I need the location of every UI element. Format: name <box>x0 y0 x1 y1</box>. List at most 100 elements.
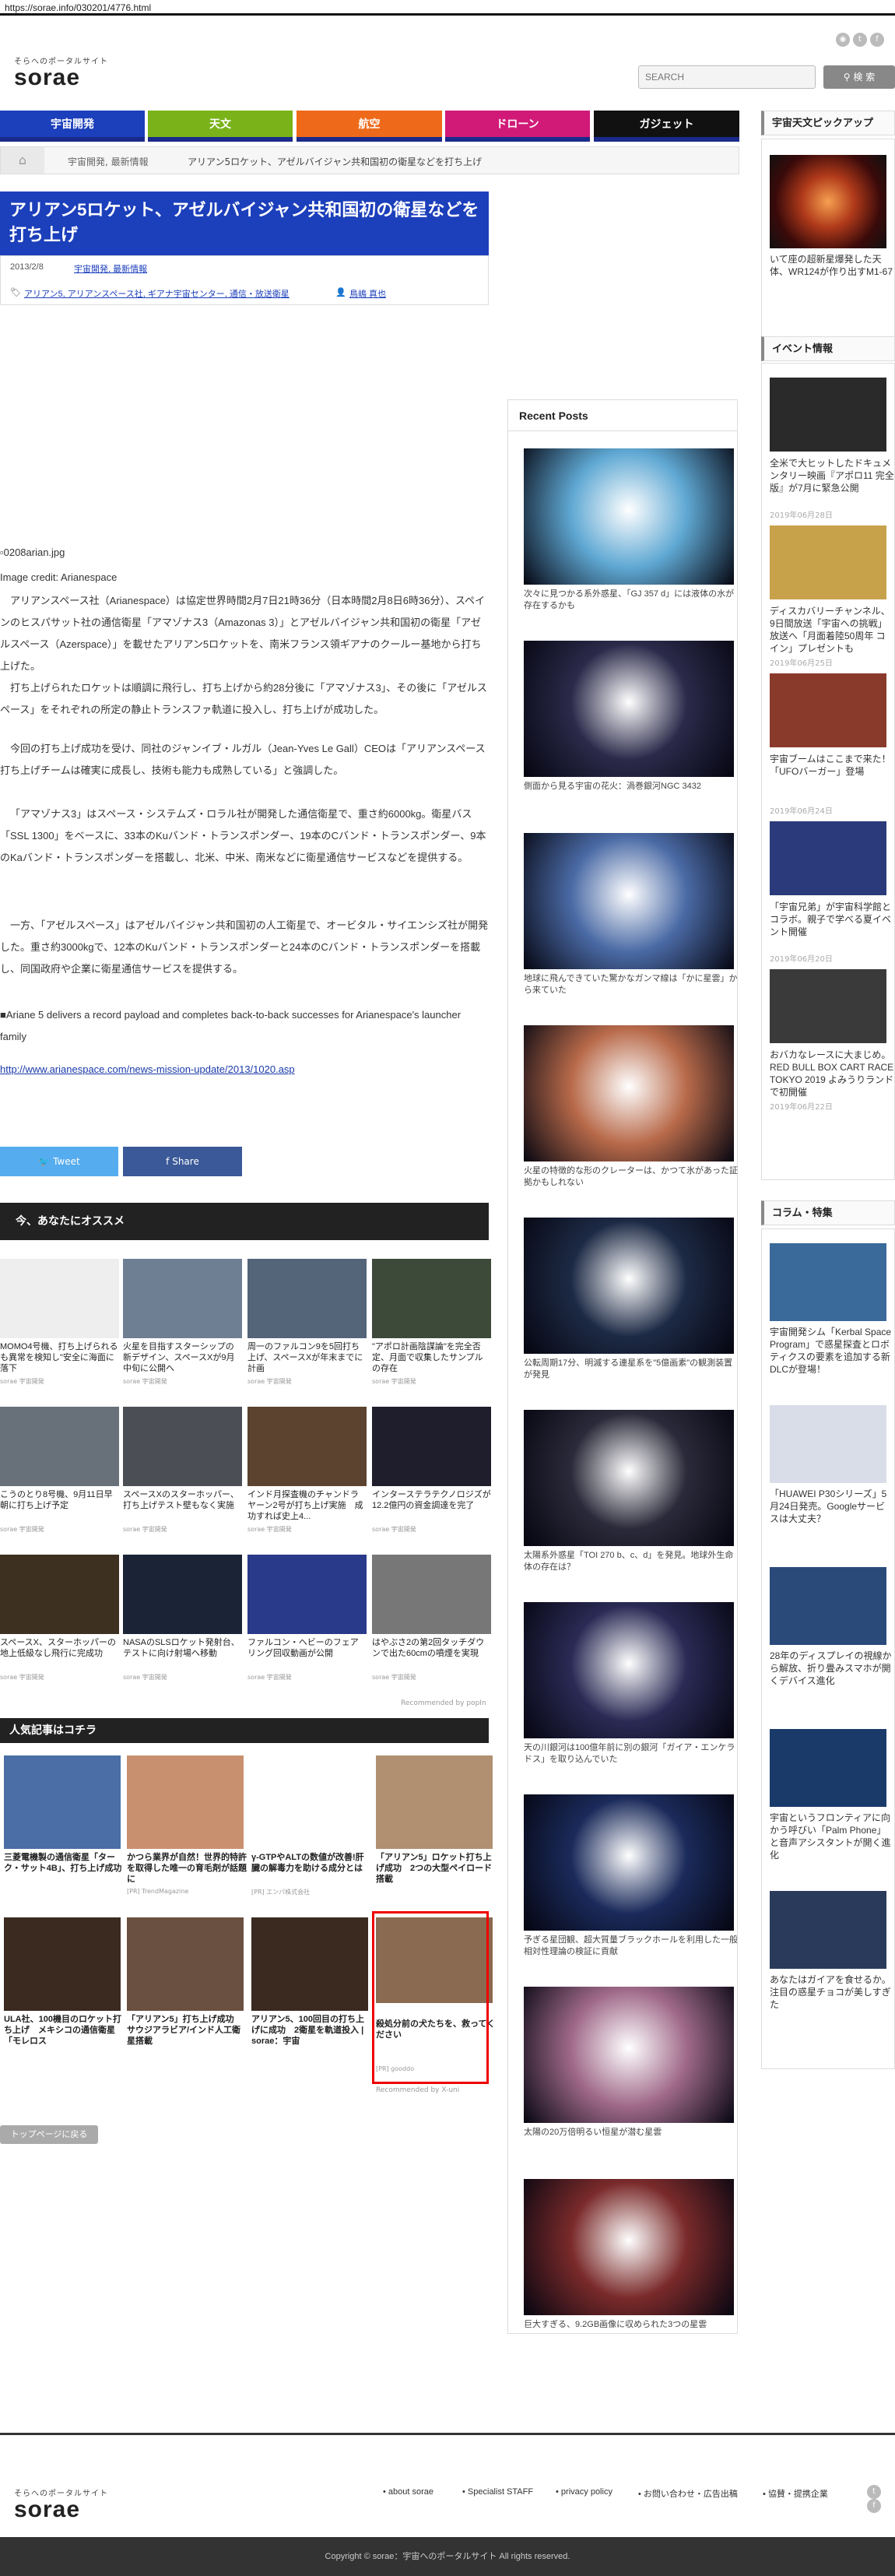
tweet-button[interactable]: 🐦 Tweet <box>0 1147 118 1176</box>
event-title[interactable]: ディスカバリーチャンネル、9日間放送「宇宙への挑戦」放送へ「月面着陸50周年 コ… <box>770 605 894 655</box>
recent-post-title[interactable]: 地球に飛んできていた驚かなガンマ線は「かに星雲」から来ていた <box>524 973 738 996</box>
recommend-thumbnail[interactable] <box>372 1259 491 1338</box>
article-author[interactable]: 鳥嶋 真也 <box>349 287 386 300</box>
column-image[interactable] <box>770 1243 886 1321</box>
recent-post-title[interactable]: 公転周期17分、明滅する連星系を"5億画素"の観測装置が発見 <box>524 1358 738 1381</box>
recent-post-image[interactable] <box>524 1410 734 1546</box>
recommend-title[interactable]: こうのとり8号機、9月11日早朝に打ち上げ予定 <box>0 1489 119 1523</box>
popular-thumbnail[interactable] <box>4 1755 121 1849</box>
event-image[interactable] <box>770 821 886 895</box>
recommend-title[interactable]: インド月探査機のチャンドラヤーン2号が打ち上げ実施 成功すれば史上4... <box>247 1489 367 1523</box>
pickup-title[interactable]: いて座の超新星爆発した天体、WR124が作り出すM1-67 <box>770 253 894 278</box>
recent-post-image[interactable] <box>524 1794 734 1931</box>
twitter-icon[interactable]: t <box>867 2485 881 2499</box>
popular-title[interactable]: 「アリアン5」打ち上げ成功 サウジアラビア/インド人工衛星搭載 <box>127 2014 247 2047</box>
recommend-title[interactable]: インターステラテクノロジズが12.2億円の資金調達を完了 <box>372 1489 491 1523</box>
recommend-thumbnail[interactable] <box>372 1555 491 1634</box>
recent-post-image[interactable] <box>524 448 734 585</box>
popular-thumbnail[interactable] <box>4 1917 121 2011</box>
popular-footer[interactable]: Recommended by X-uni <box>376 2086 459 2094</box>
popular-title[interactable]: かつら業界が自然！世界的特許を取得した唯一の育毛剤が話題に <box>127 1852 247 1885</box>
recommend-title[interactable]: MOMO4号機、打ち上げられるも異常を検知し"安全に海面に落下 <box>0 1341 119 1376</box>
home-icon[interactable]: ⌂ <box>1 147 44 174</box>
column-image[interactable] <box>770 1891 886 1969</box>
recent-post-image[interactable] <box>524 2179 734 2315</box>
event-title[interactable]: 全米で大ヒットしたドキュメンタリー映画『アポロ11 完全版』が7月に緊急公開 <box>770 457 894 494</box>
popular-thumbnail[interactable] <box>251 1755 368 1849</box>
recommend-thumbnail[interactable] <box>0 1555 119 1634</box>
recommend-thumbnail[interactable] <box>123 1555 242 1634</box>
recent-post-title[interactable]: 巨大すぎる、9.2GB画像に収められた3つの星雲 <box>524 2319 738 2331</box>
event-title[interactable]: おバカなレースに大まじめ。RED BULL BOX CART RACE TOKY… <box>770 1049 894 1098</box>
nav-item-drone[interactable]: ドローン <box>445 111 590 142</box>
recommend-footer[interactable]: Recommended by popIn <box>401 1699 486 1707</box>
popular-thumbnail[interactable] <box>251 1917 368 2011</box>
recommend-title[interactable]: はやぶさ2の第2回タッチダウンで出た60cmの噴煙を実現 <box>372 1637 491 1671</box>
rss-icon[interactable]: ◉ <box>836 33 850 47</box>
event-image[interactable] <box>770 969 886 1043</box>
column-title[interactable]: 宇宙というフロンティアに向かう呼びい「Palm Phone」と音声アシスタントが… <box>770 1812 894 1861</box>
recommend-thumbnail[interactable] <box>247 1555 367 1634</box>
recent-post-image[interactable] <box>524 1602 734 1738</box>
recommend-thumbnail[interactable] <box>247 1259 367 1338</box>
footer-link-privacy[interactable]: • privacy policy <box>556 2487 612 2497</box>
column-title[interactable]: 「HUAWEI P30シリーズ」5月24日発売。Googleサービスは大丈夫？ <box>770 1488 894 1525</box>
event-image[interactable] <box>770 378 886 452</box>
footer-logo[interactable]: そらへのポータルサイト sorae <box>14 2486 108 2522</box>
popular-title[interactable]: ULA社、100機目のロケット打ち上げ メキシコの通信衛星「モレロス <box>4 2014 125 2047</box>
popular-thumbnail[interactable] <box>127 1917 244 2011</box>
event-image[interactable] <box>770 673 886 747</box>
recent-post-title[interactable]: 天の川銀河は100億年前に別の銀河「ガイア・エンケラドス」を取り込んでいた <box>524 1742 738 1766</box>
event-image[interactable] <box>770 525 886 599</box>
nav-item-gadget[interactable]: ガジェット <box>594 111 739 142</box>
recent-post-title[interactable]: 予ぎる星団観、超大質量ブラックホールを利用した一般相対性理論の検証に貢献 <box>524 1935 738 1958</box>
footer-link-partners[interactable]: • 協賛・提携企業 <box>763 2487 828 2500</box>
recommend-title[interactable]: スペースX、スターホッパーの地上低級なし飛行に完成功 <box>0 1637 119 1671</box>
back-to-top-button[interactable]: トップページに戻る <box>0 2125 98 2144</box>
nav-item-aviation[interactable]: 航空 <box>297 111 442 142</box>
recent-post-title[interactable]: 太陽の20万倍明るい恒星が潜む星雲 <box>524 2127 738 2138</box>
footer-link-contact[interactable]: • お問い合わせ・広告出稿 <box>638 2487 738 2500</box>
recommend-title[interactable]: ファルコン・ヘビーのフェアリング回収動画が公開 <box>247 1637 367 1671</box>
nav-item-space-dev[interactable]: 宇宙開発 <box>0 111 145 142</box>
popular-title[interactable]: 三菱電機製の通信衛星「ターク・サット4B」、打ち上げ成功 <box>4 1852 125 1874</box>
column-image[interactable] <box>770 1405 886 1483</box>
footer-link-staff[interactable]: • Specialist STAFF <box>462 2487 533 2497</box>
pickup-image[interactable] <box>770 155 886 248</box>
column-title[interactable]: 28年のディスプレイの視線から解放、折り畳みスマホが開くデバイス進化 <box>770 1650 894 1687</box>
search-input[interactable] <box>638 65 816 89</box>
recent-post-image[interactable] <box>524 1987 734 2123</box>
facebook-icon[interactable]: f <box>867 2499 881 2513</box>
recent-post-title[interactable]: 太陽系外惑星「TOI 270 b、c、d」を発見。地球外生命体の存在は？ <box>524 1550 738 1573</box>
column-image[interactable] <box>770 1567 886 1645</box>
recent-post-image[interactable] <box>524 1218 734 1354</box>
popular-thumbnail[interactable] <box>127 1755 244 1849</box>
article-tags[interactable]: アリアン5, アリアンスペース社, ギアナ宇宙センター, 通信・放送衛星 <box>24 287 290 300</box>
recommend-thumbnail[interactable] <box>247 1407 367 1486</box>
column-title[interactable]: あなたはガイアを食せるか。注目の惑星チョコが美しすぎた <box>770 1973 894 2011</box>
recent-post-title[interactable]: 側面から見る宇宙の花火：渦巻銀河NGC 3432 <box>524 781 738 792</box>
article-categories[interactable]: 宇宙開発, 最新情報 <box>74 262 147 275</box>
source-link[interactable]: http://www.arianespace.com/news-mission-… <box>0 1059 295 1081</box>
pickup-box[interactable]: いて座の超新星爆発した天体、WR124が作り出すM1-67 <box>761 139 895 341</box>
recommend-title[interactable]: 火星を目指すスターシップの新デザイン、スペースXが9月中旬に公開へ <box>123 1341 242 1376</box>
facebook-share-button[interactable]: f Share <box>123 1147 242 1176</box>
twitter-icon[interactable]: t <box>853 33 867 47</box>
recommend-thumbnail[interactable] <box>0 1259 119 1338</box>
facebook-icon[interactable]: f <box>870 33 884 47</box>
breadcrumb-category[interactable]: 宇宙開発, 最新情報 <box>68 155 149 168</box>
event-title[interactable]: 「宇宙兄弟」が宇宙科学館とコラボ。親子で学べる夏イベント開催 <box>770 901 894 938</box>
search-button[interactable]: ⚲ 検 索 <box>823 65 895 89</box>
recommend-thumbnail[interactable] <box>123 1259 242 1338</box>
popular-title[interactable]: γ-GTPやALTの数値が改善!肝臓の解毒力を助ける成分とは <box>251 1852 372 1874</box>
recent-post-image[interactable] <box>524 833 734 969</box>
recommend-title[interactable]: NASAのSLSロケット発射台、テストに向け射場へ移動 <box>123 1637 242 1671</box>
recommend-title[interactable]: スペースXのスターホッパー、打ち上げテスト壁もなく実施 <box>123 1489 242 1523</box>
site-logo[interactable]: そらへのポータルサイト sorae <box>14 54 108 90</box>
recommend-thumbnail[interactable] <box>372 1407 491 1486</box>
nav-item-astronomy[interactable]: 天文 <box>148 111 293 142</box>
recommend-thumbnail[interactable] <box>123 1407 242 1486</box>
column-title[interactable]: 宇宙開発シム「Kerbal Space Program」で惑星探査とロボティクス… <box>770 1326 894 1376</box>
recommend-thumbnail[interactable] <box>0 1407 119 1486</box>
event-title[interactable]: 宇宙ブームはここまで来た！「UFOバーガー」登場 <box>770 753 894 778</box>
